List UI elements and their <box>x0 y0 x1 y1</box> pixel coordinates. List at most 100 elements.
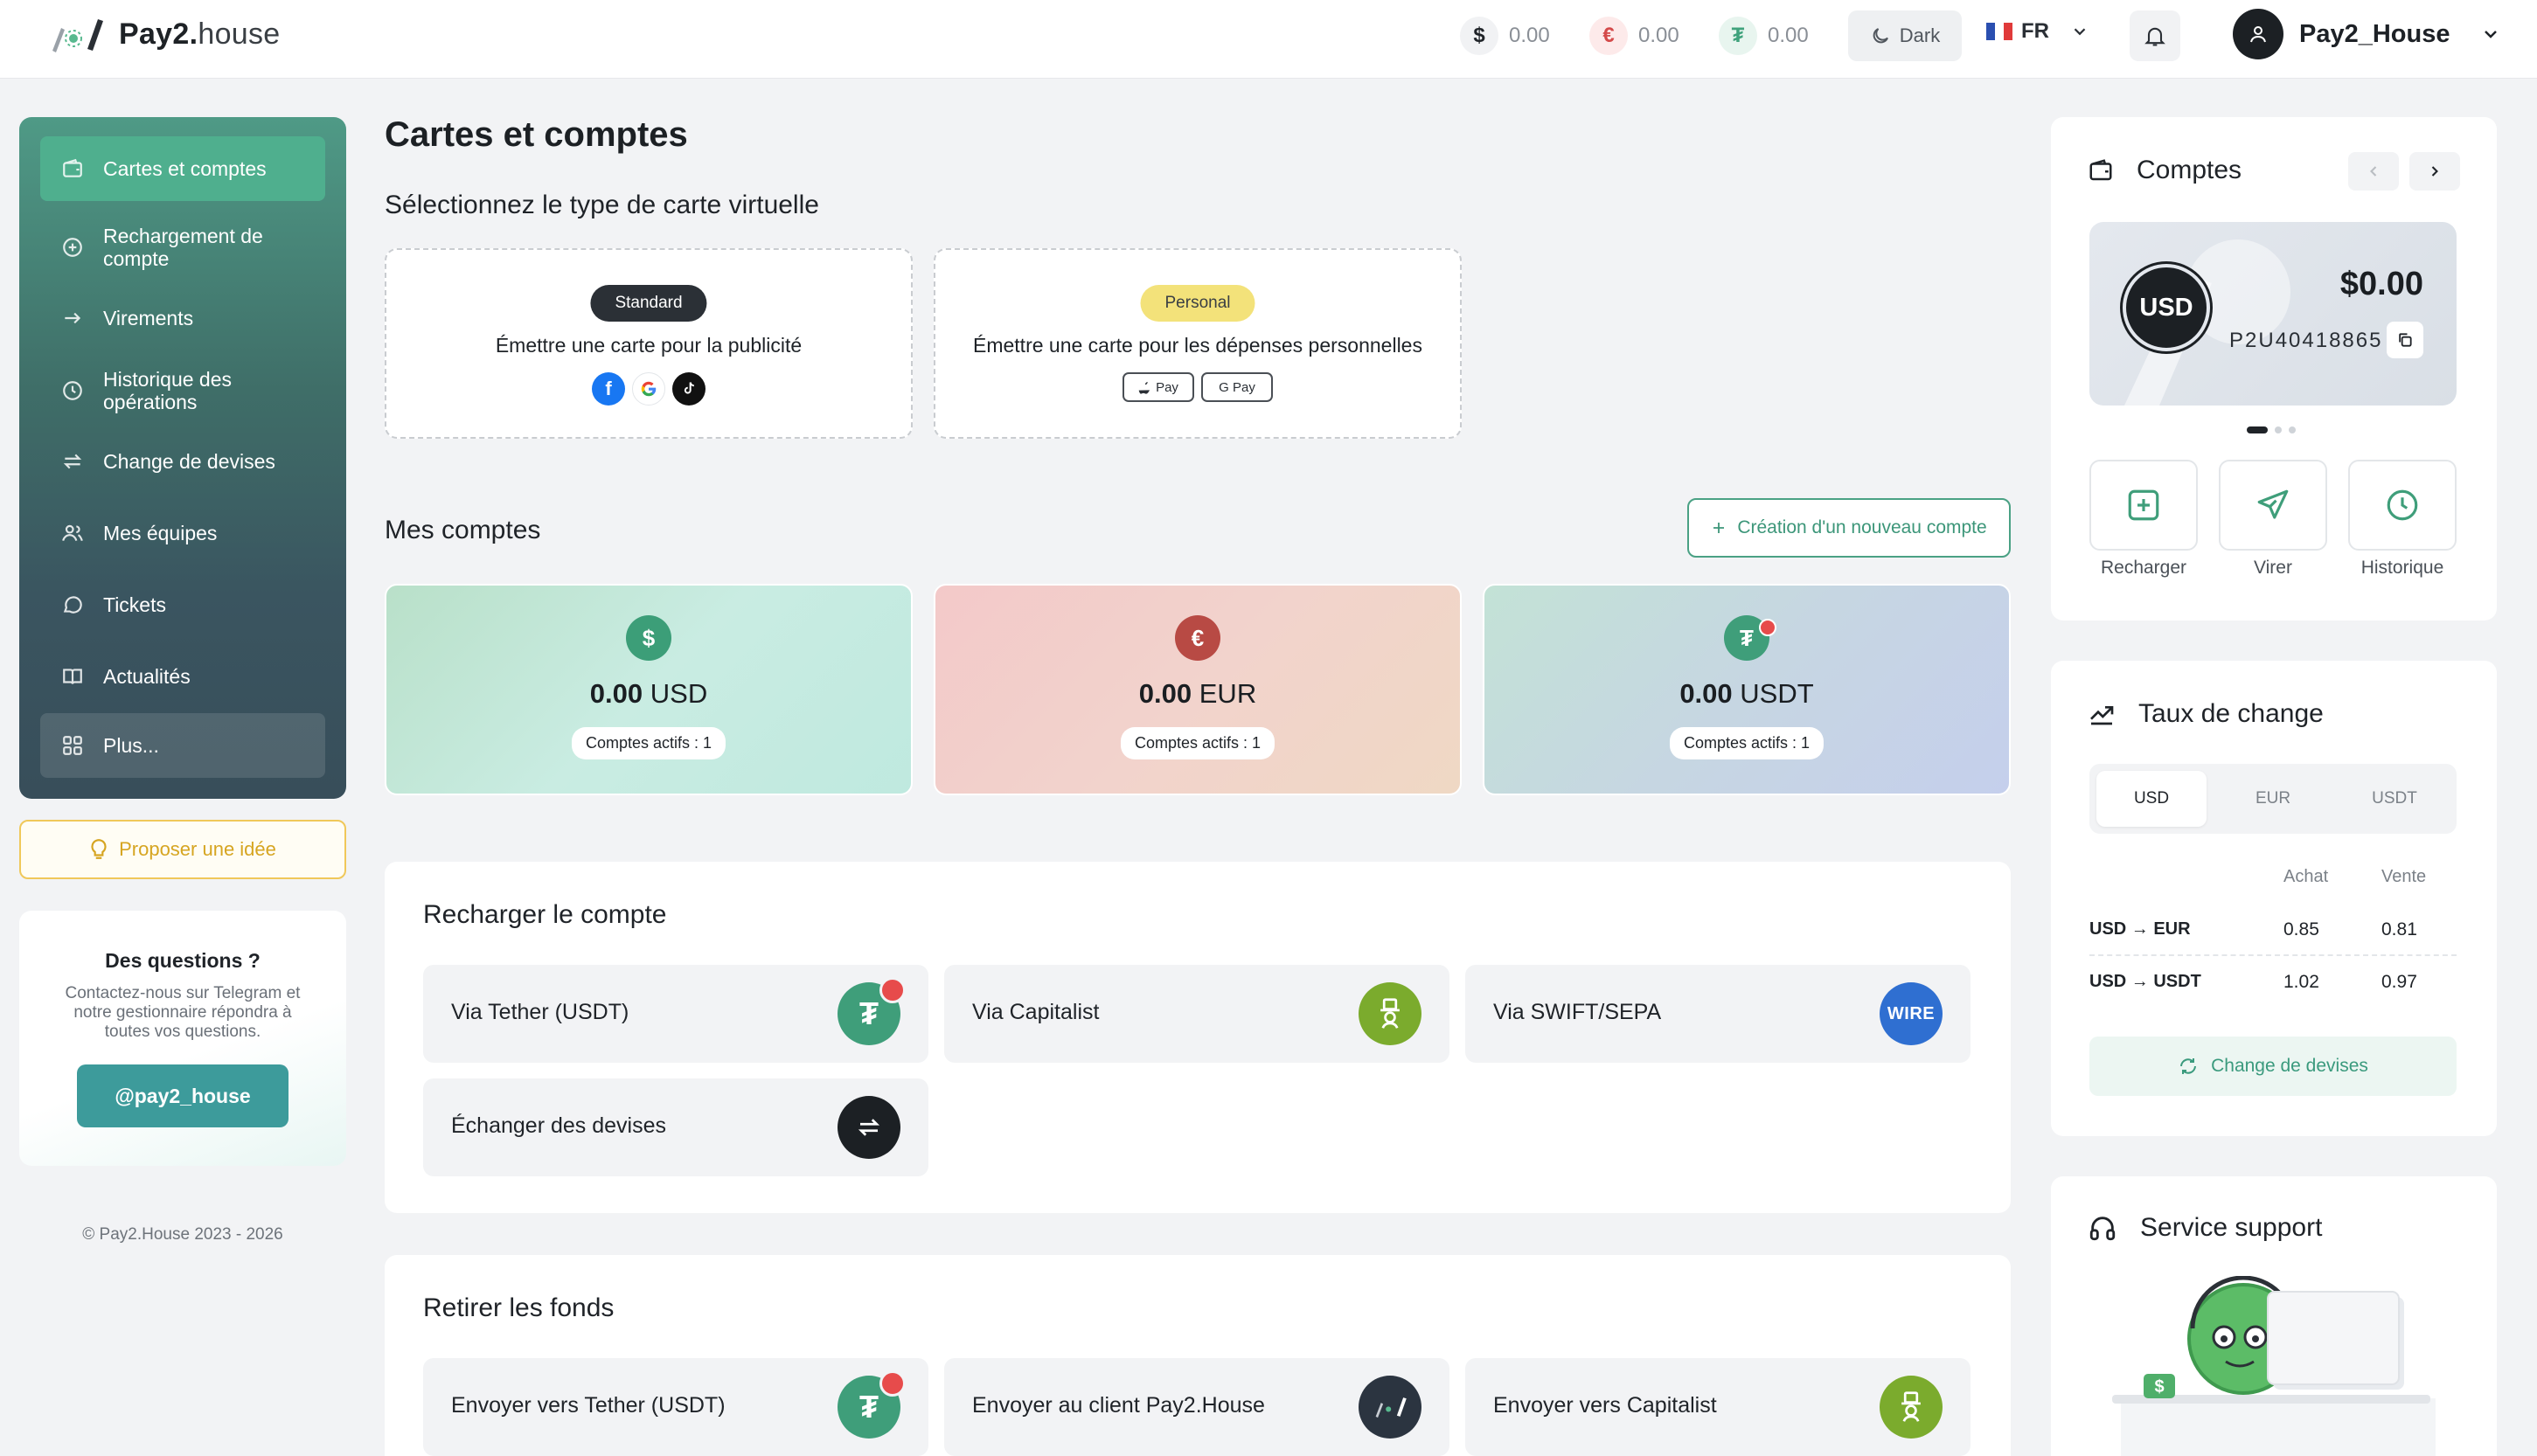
currency-exchange-label: Change de devises <box>2211 1056 2368 1076</box>
brand-name[interactable]: Pay2.house <box>119 17 281 52</box>
tile-label: Via SWIFT/SEPA <box>1493 1000 1662 1024</box>
sidebar-item-currency-exchange[interactable]: Change de devises <box>40 439 325 484</box>
sidebar-item-recharge[interactable]: Rechargement de compte <box>40 215 325 280</box>
balance-usdt[interactable]: ₮ 0.00 <box>1719 16 1809 56</box>
card-type-description: Émettre une carte pour la publicité <box>495 334 803 357</box>
top-header: Pay2.house $ 0.00 € 0.00 ₮ 0.00 Dark FR … <box>0 0 2537 79</box>
card-type-personal[interactable]: Personal Émettre une carte pour les dépe… <box>934 248 1462 439</box>
clock-icon <box>61 379 84 402</box>
tab-usd[interactable]: USD <box>2096 771 2207 827</box>
lightbulb-icon <box>91 839 107 859</box>
account-card-usdt[interactable]: ₮ 0.00 USDT Comptes actifs : 1 <box>1483 584 2011 795</box>
active-accounts-badge: Comptes actifs : 1 <box>1120 727 1275 759</box>
language-selector[interactable]: FR <box>1986 19 2089 44</box>
support-illustration-icon: $ <box>2112 1276 2436 1456</box>
carousel-next-button[interactable] <box>2409 152 2460 191</box>
withdraw-tether-tile[interactable]: Envoyer vers Tether (USDT) ₮ <box>423 1358 928 1456</box>
sidebar-item-teams[interactable]: Mes équipes <box>40 510 325 556</box>
sidebar-item-label: Plus... <box>103 734 159 757</box>
sidebar-item-tickets[interactable]: Tickets <box>40 582 325 627</box>
theme-toggle-button[interactable]: Dark <box>1848 10 1962 61</box>
balance-value: 0.00 <box>1509 24 1550 47</box>
support-title: Service support <box>2140 1213 2323 1242</box>
sidebar-item-transfers[interactable]: Virements <box>40 295 325 341</box>
chevron-left-icon <box>2370 166 2377 177</box>
plus-square-icon <box>2128 489 2159 521</box>
recharge-action-label: Recharger <box>2100 558 2187 578</box>
accounts-heading: Mes comptes <box>385 516 541 544</box>
notifications-button[interactable] <box>2130 10 2180 61</box>
page-title: Cartes et comptes <box>385 115 688 154</box>
sidebar-item-label: Tickets <box>103 593 166 616</box>
recharge-capitalist-tile[interactable]: Via Capitalist <box>944 965 1449 1063</box>
create-account-label: Création d'un nouveau compte <box>1737 517 1987 537</box>
sidebar: Cartes et comptes Rechargement de compte… <box>19 117 346 799</box>
recharge-panel: Recharger le compte Via Tether (USDT) ₮ … <box>385 862 2011 1213</box>
user-menu[interactable]: Pay2_House <box>2233 9 2501 59</box>
create-account-button[interactable]: Création d'un nouveau compte <box>1687 498 2011 558</box>
tether-tron-icon: ₮ <box>838 1370 906 1439</box>
wallet-icon <box>61 157 84 180</box>
help-card: Des questions ? Contactez-nous sur Teleg… <box>19 911 346 1166</box>
capitalist-icon <box>1359 982 1421 1045</box>
help-text: Contactez-nous sur Telegram et notre ges… <box>65 984 301 1041</box>
recharge-tether-tile[interactable]: Via Tether (USDT) ₮ <box>423 965 928 1063</box>
recharge-swift-sepa-tile[interactable]: Via SWIFT/SEPA WIRE <box>1465 965 1971 1063</box>
sidebar-item-label: Virements <box>103 307 194 329</box>
telegram-button[interactable]: @pay2_house <box>77 1064 288 1127</box>
carousel-prev-button[interactable] <box>2348 152 2399 191</box>
account-amount: 0.00 USD <box>589 678 708 709</box>
sidebar-item-news[interactable]: Actualités <box>40 654 325 699</box>
transfer-action-button[interactable] <box>2219 460 2327 551</box>
wire-icon: WIRE <box>1880 982 1943 1045</box>
withdraw-panel: Retirer les fonds Envoyer vers Tether (U… <box>385 1255 2011 1456</box>
balance-value: 0.00 <box>1638 24 1679 47</box>
rate-row: USD → USDT 1.02 0.97 <box>2089 956 2457 1009</box>
chevron-right-icon <box>2431 166 2438 177</box>
tab-usdt[interactable]: USDT <box>2339 771 2450 827</box>
withdraw-pay2house-tile[interactable]: Envoyer au client Pay2.House <box>944 1358 1449 1456</box>
sidebar-item-label: Cartes et comptes <box>103 157 267 180</box>
history-action-button[interactable] <box>2348 460 2457 551</box>
account-card-eur[interactable]: € 0.00 EUR Comptes actifs : 1 <box>934 584 1462 795</box>
withdraw-capitalist-tile[interactable]: Envoyer vers Capitalist <box>1465 1358 1971 1456</box>
sidebar-item-more[interactable]: Plus... <box>40 713 325 778</box>
card-currency-badge: USD <box>2123 264 2210 351</box>
balance-eur[interactable]: € 0.00 <box>1589 16 1679 56</box>
swap-icon <box>61 450 84 473</box>
plus-circle-icon <box>61 236 84 259</box>
sidebar-item-cards-accounts[interactable]: Cartes et comptes <box>40 136 325 201</box>
sidebar-item-history[interactable]: Historique des opérations <box>40 358 325 423</box>
capitalist-icon <box>1880 1376 1943 1439</box>
theme-label: Dark <box>1899 24 1941 46</box>
balance-usd[interactable]: $ 0.00 <box>1460 16 1550 56</box>
card-type-standard[interactable]: Standard Émettre une carte pour la publi… <box>385 248 913 439</box>
rate-sell: 0.81 <box>2381 919 2417 939</box>
euro-icon: € <box>1589 17 1628 55</box>
rate-pair: USD → EUR <box>2089 919 2191 939</box>
google-icon <box>632 372 665 406</box>
card-type-badge: Standard <box>590 285 707 322</box>
google-pay-icon: G Pay <box>1201 372 1273 402</box>
recharge-action-button[interactable] <box>2089 460 2198 551</box>
suggest-idea-button[interactable]: Proposer une idée <box>19 820 346 879</box>
active-accounts-badge: Comptes actifs : 1 <box>1669 727 1825 759</box>
chevron-down-icon <box>2074 28 2086 36</box>
card-balance: $0.00 <box>2339 266 2423 302</box>
account-card-usd[interactable]: $ 0.00 USD Comptes actifs : 1 <box>385 584 913 795</box>
trend-up-icon <box>2090 706 2114 725</box>
pay2house-logo-icon[interactable] <box>47 16 105 54</box>
account-carousel-card[interactable]: USD $0.00 P2U40418865 <box>2089 222 2457 406</box>
facebook-icon: f <box>592 372 625 406</box>
card-type-badge: Personal <box>1140 285 1255 322</box>
exchange-currencies-tile[interactable]: Échanger des devises <box>423 1078 928 1176</box>
tile-label: Envoyer vers Capitalist <box>1493 1393 1717 1418</box>
balance-value: 0.00 <box>1768 24 1809 47</box>
tab-eur[interactable]: EUR <box>2218 771 2328 827</box>
help-title: Des questions ? <box>105 949 261 972</box>
currency-exchange-button[interactable]: Change de devises <box>2089 1037 2457 1096</box>
arrow-right-icon <box>61 307 84 329</box>
card-type-description: Émettre une carte pour les dépenses pers… <box>973 334 1422 357</box>
active-accounts-badge: Comptes actifs : 1 <box>571 727 726 759</box>
copy-button[interactable] <box>2387 322 2423 358</box>
